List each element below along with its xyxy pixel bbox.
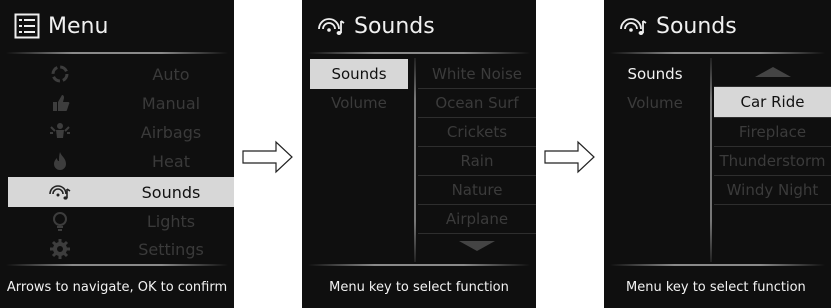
sounds-title-bar: Sounds	[604, 0, 831, 52]
flow-arrow-icon	[242, 140, 293, 174]
sound-option-car-ride[interactable]: Car Ride	[714, 87, 831, 117]
sound-option-thunderstorm[interactable]: Thunderstorm	[714, 146, 831, 176]
title-divider	[6, 52, 228, 54]
airbag-icon	[45, 117, 75, 147]
flow-arrow-icon	[544, 140, 595, 174]
flame-icon	[45, 146, 75, 176]
sounds-footer-hint: Menu key to select function	[626, 279, 806, 295]
sound-option-fireplace[interactable]: Fireplace	[714, 117, 831, 147]
sound-option-ocean-surf[interactable]: Ocean Surf	[418, 88, 536, 118]
left-item-volume[interactable]: Volume	[612, 88, 698, 118]
sounds-screen-2: Sounds Sounds Volume Car Ride Fireplace …	[604, 0, 831, 308]
title-divider	[610, 52, 825, 54]
menu-item-settings[interactable]: Settings	[0, 234, 234, 264]
menu-screen: Menu Auto Manual Airbags Heat Sounds Lig…	[0, 0, 234, 308]
scroll-up-button[interactable]	[714, 60, 831, 84]
sound-icon	[316, 13, 346, 39]
menu-title: Menu	[48, 13, 109, 39]
sound-option-rain[interactable]: Rain	[418, 146, 536, 176]
sound-icon	[45, 177, 75, 207]
bulb-icon	[45, 206, 75, 236]
thumb-icon	[45, 88, 75, 118]
sound-option-nature[interactable]: Nature	[418, 175, 536, 205]
row-separator	[714, 204, 831, 205]
chevron-up-icon	[754, 67, 791, 77]
menu-item-label: Sounds	[141, 182, 201, 202]
sound-icon	[618, 13, 648, 39]
row-separator	[418, 233, 536, 234]
menu-item-label: Airbags	[140, 122, 202, 142]
sounds-title: Sounds	[354, 13, 435, 39]
gear-icon	[45, 234, 75, 264]
sound-option-white-noise[interactable]: White Noise	[418, 59, 536, 89]
sound-option-crickets[interactable]: Crickets	[418, 117, 536, 147]
menu-item-label: Heat	[152, 151, 190, 171]
sound-option-windy-night[interactable]: Windy Night	[714, 175, 831, 205]
auto-cycle-icon	[45, 59, 75, 89]
menu-item-label: Lights	[146, 211, 196, 231]
left-item-sounds[interactable]: Sounds	[310, 59, 408, 89]
left-item-volume[interactable]: Volume	[310, 88, 408, 118]
sounds-title-bar: Sounds	[302, 0, 536, 52]
menu-item-label: Settings	[138, 239, 204, 259]
title-divider	[308, 52, 530, 54]
menu-item-auto[interactable]: Auto	[0, 59, 234, 89]
menu-item-sounds[interactable]: Sounds	[8, 177, 234, 207]
sound-option-airplane[interactable]: Airplane	[418, 204, 536, 234]
menu-list-icon	[14, 13, 40, 39]
menu-item-label: Auto	[152, 64, 190, 84]
sounds-title: Sounds	[656, 13, 737, 39]
left-item-sounds[interactable]: Sounds	[612, 59, 698, 89]
column-divider	[414, 58, 416, 262]
menu-item-airbags[interactable]: Airbags	[0, 117, 234, 147]
menu-footer-hint: Arrows to navigate, OK to confirm	[6, 279, 228, 295]
chevron-down-icon	[459, 241, 495, 251]
sounds-footer-hint: Menu key to select function	[329, 279, 509, 295]
menu-item-manual[interactable]: Manual	[0, 88, 234, 118]
sounds-screen-1: Sounds Sounds Volume White Noise Ocean S…	[302, 0, 536, 308]
menu-item-heat[interactable]: Heat	[0, 146, 234, 176]
menu-title-bar: Menu	[0, 0, 234, 52]
scroll-down-button[interactable]	[418, 236, 536, 256]
menu-item-lights[interactable]: Lights	[0, 206, 234, 236]
menu-item-label: Manual	[141, 93, 201, 113]
column-divider	[710, 58, 712, 262]
